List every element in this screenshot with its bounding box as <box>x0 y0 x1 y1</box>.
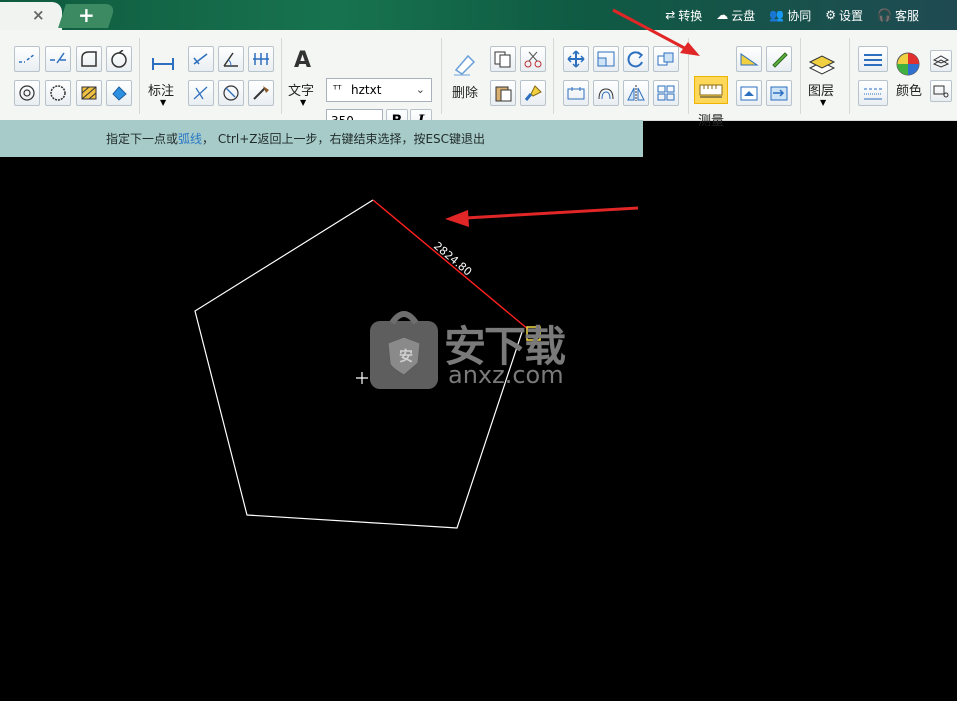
area-measure-button[interactable] <box>736 46 762 72</box>
polyline-tool-button[interactable] <box>45 46 71 72</box>
scale-button[interactable] <box>593 46 619 72</box>
drawing-tab[interactable] <box>0 2 62 30</box>
command-prompt-text: 指定下一点或弧线， Ctrl+Z返回上一步，右键结束选择，按ESC键退出 <box>106 132 486 146</box>
angular-dim-button[interactable] <box>218 46 244 72</box>
separator <box>849 38 850 114</box>
watermark-domain: anxz.com <box>448 361 564 389</box>
dimension-button[interactable]: 标注 ▼ <box>148 52 178 114</box>
aligned-dim-button[interactable] <box>188 46 214 72</box>
ruler-icon <box>699 84 723 98</box>
settings-button[interactable]: ⚙ 设置 <box>825 7 863 24</box>
dropdown-arrow-icon: ▼ <box>300 98 307 107</box>
delete-label: 删除 <box>452 86 479 101</box>
rectangle-arc-tool-button[interactable] <box>76 46 102 72</box>
top-actions: ⇄ 转换 ☁ 云盘 👥 协同 ⚙ 设置 🎧 客服 <box>665 0 957 30</box>
color-button[interactable]: 颜色 <box>894 50 926 114</box>
polygon-circle-tool-button[interactable] <box>14 80 40 106</box>
fill-tool-button[interactable] <box>106 80 132 106</box>
mirror-button[interactable] <box>623 80 649 106</box>
format-brush-button[interactable] <box>520 80 546 106</box>
font-type-icon: ᵀᵀ <box>333 83 342 96</box>
stretch-button[interactable] <box>563 80 589 106</box>
text-label: 文字 <box>288 84 315 99</box>
dropdown-arrow-icon: ▼ <box>820 98 827 107</box>
cut-button[interactable] <box>520 46 546 72</box>
text-button[interactable]: A 文字 ▼ <box>288 48 320 114</box>
dimension-icon <box>152 58 174 70</box>
arc-option-link[interactable]: 弧线 <box>178 132 202 146</box>
offset-button[interactable] <box>593 80 619 106</box>
line-type-button[interactable] <box>858 80 888 106</box>
command-prompt-bar: 指定下一点或弧线， Ctrl+Z返回上一步，右键结束选择，按ESC键退出 <box>0 120 643 157</box>
separator <box>441 38 442 114</box>
hatch-tool-button[interactable] <box>76 80 102 106</box>
layer-button[interactable]: 图层 ▼ <box>806 50 840 114</box>
separator <box>553 38 554 114</box>
cloud-line-tool-button[interactable] <box>45 80 71 106</box>
font-select[interactable]: ᵀᵀ hztxt ⌄ <box>326 78 432 102</box>
export-button[interactable] <box>736 80 762 106</box>
pencil-button[interactable] <box>766 46 792 72</box>
paste-button[interactable] <box>490 80 516 106</box>
close-tab-icon[interactable]: × <box>32 6 45 24</box>
drawing-canvas[interactable] <box>0 157 957 701</box>
watermark: 安 安下载 anxz.com <box>370 309 585 394</box>
block-button[interactable] <box>930 80 952 102</box>
color-label: 颜色 <box>896 84 923 99</box>
layers-icon <box>808 55 836 75</box>
convert-button[interactable]: ⇄ 转换 <box>665 7 702 24</box>
dimension-label: 标注 <box>148 84 175 99</box>
import-button[interactable] <box>766 80 792 106</box>
eraser-icon <box>454 54 476 76</box>
layer-label: 图层 <box>808 84 835 99</box>
measure-button[interactable] <box>694 76 728 104</box>
coordinate-dim-button[interactable] <box>188 80 214 106</box>
plus-icon[interactable]: + <box>78 3 95 27</box>
measure-label: 测量 <box>698 114 725 129</box>
radius-dim-button[interactable] <box>218 80 244 106</box>
collab-button[interactable]: 👥 协同 <box>769 7 811 24</box>
color-wheel-icon <box>896 52 920 76</box>
dropdown-arrow-icon: ▼ <box>160 98 167 107</box>
separator <box>800 38 801 114</box>
separator <box>139 38 140 114</box>
line-tool-button[interactable] <box>14 46 40 72</box>
line-weight-button[interactable] <box>858 46 888 72</box>
leader-button[interactable] <box>248 80 274 106</box>
copy-button[interactable] <box>490 46 516 72</box>
text-icon: A <box>294 48 312 73</box>
move-button[interactable] <box>563 46 589 72</box>
array-button[interactable] <box>653 46 679 72</box>
ribbon-toolbar: 标注 ▼ A 文字 ▼ ᵀᵀ hztxt ⌄ 350 ⌄ B I <box>0 30 957 133</box>
continuous-dim-button[interactable] <box>248 46 274 72</box>
watermark-badge: 安 <box>399 349 413 365</box>
separator <box>688 38 689 114</box>
title-bar: × + ⇄ 转换 ☁ 云盘 👥 协同 ⚙ 设置 🎧 客服 <box>0 0 957 30</box>
delete-button[interactable]: 删除 <box>450 50 480 110</box>
support-button[interactable]: 🎧 客服 <box>877 7 919 24</box>
font-name-value: hztxt <box>351 83 382 97</box>
chevron-down-icon: ⌄ <box>415 83 425 96</box>
separator <box>281 38 282 114</box>
circle-tool-button[interactable] <box>106 46 132 72</box>
rotate-button[interactable] <box>623 46 649 72</box>
explode-button[interactable] <box>653 80 679 106</box>
layer-manager-button[interactable] <box>930 50 952 72</box>
cloud-button[interactable]: ☁ 云盘 <box>716 7 755 24</box>
